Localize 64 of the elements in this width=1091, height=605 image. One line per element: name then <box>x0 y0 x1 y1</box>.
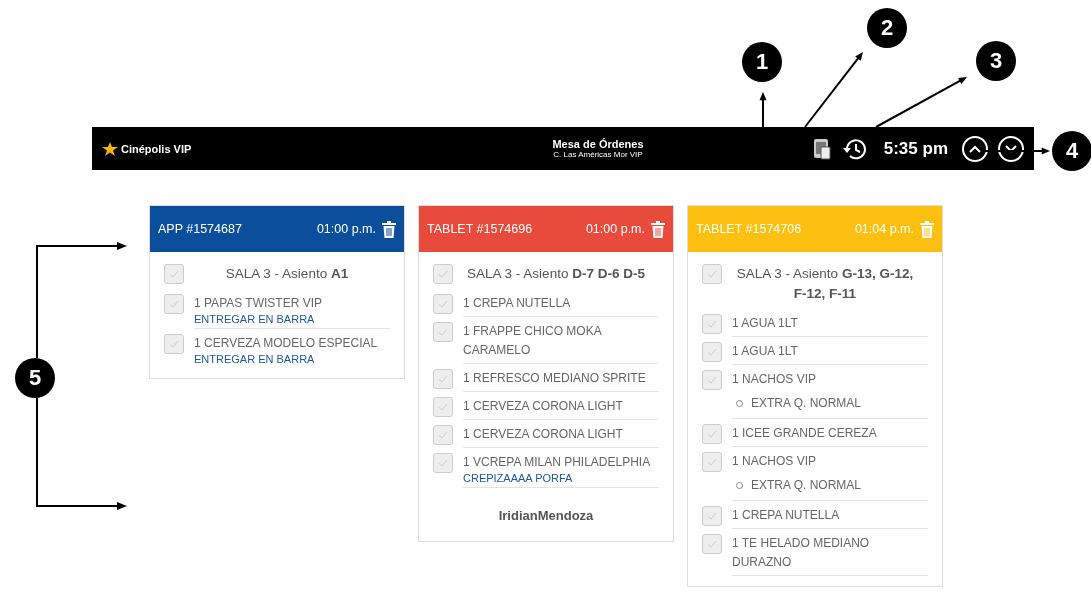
item-name: 1 CERVEZA MODELO ESPECIAL <box>194 335 379 352</box>
item-note: CREPIZAAAA PORFA <box>463 472 574 484</box>
callout-badge: 1 <box>742 42 782 82</box>
order-time: 01:00 p.m. <box>585 222 645 236</box>
checkbox-icon <box>433 425 453 445</box>
clock-time: 5:35 pm <box>883 138 948 159</box>
scroll-down-button[interactable] <box>998 135 1024 162</box>
checkbox-icon <box>164 264 184 284</box>
checkbox-icon <box>702 264 722 284</box>
checkbox-icon <box>433 322 453 342</box>
item-name: 1 VCREPA MILAN PHILADELPHIA <box>463 454 652 471</box>
checkbox-icon <box>702 424 722 444</box>
callout-badge: 2 <box>867 8 907 48</box>
order-number: TABLET #1574706 <box>696 222 803 236</box>
item-name: 1 REFRESCO MEDIANO SPRITE <box>463 370 647 387</box>
scroll-up-button[interactable] <box>962 135 988 162</box>
item-name: 1 NACHOS VIP <box>732 453 818 470</box>
item-name: 1 NACHOS VIP <box>732 371 818 388</box>
trash-icon[interactable] <box>651 220 665 238</box>
item-extra: EXTRA Q. NORMAL <box>751 478 862 492</box>
checkbox-icon <box>433 294 453 314</box>
item-note: ENTREGAR EN BARRA <box>194 313 316 325</box>
item-name: 1 CERVEZA CORONA LIGHT <box>463 398 624 415</box>
checkbox-icon <box>433 264 453 284</box>
checkbox-icon <box>164 334 184 354</box>
checkbox-icon <box>702 342 722 362</box>
item-name: 1 PAPAS TWISTER VIP <box>194 295 324 312</box>
checkbox-icon <box>433 397 453 417</box>
checkbox-icon <box>433 453 453 473</box>
checkbox-icon <box>164 294 184 314</box>
callout-badge: 5 <box>15 358 55 398</box>
location-text: C. Las Américas Mor VIP <box>553 150 643 159</box>
item-note: ENTREGAR EN BARRA <box>194 353 316 365</box>
item-name: 1 CERVEZA CORONA LIGHT <box>463 426 624 443</box>
logo-text: Cinépolis VIP <box>121 142 192 155</box>
checkbox-icon <box>702 314 722 334</box>
callout-badge: 3 <box>976 41 1016 81</box>
item-name: 1 CREPA NUTELLA <box>732 507 841 524</box>
item-name: 1 CREPA NUTELLA <box>463 295 572 312</box>
checkbox-icon <box>702 534 722 554</box>
item-name: 1 AGUA 1LT <box>732 343 799 360</box>
order-number: APP #1574687 <box>158 222 243 236</box>
checkbox-icon <box>702 370 722 390</box>
item-name: 1 FRAPPE CHICO MOKA CARAMELO <box>463 323 603 359</box>
checkbox-icon <box>702 452 722 472</box>
user-name: IridianMendoza <box>497 508 595 523</box>
order-number: TABLET #1574696 <box>427 222 534 236</box>
callout-badge: 4 <box>1052 131 1091 171</box>
seat-label: SALA 3 - Asiento A1 <box>224 265 350 283</box>
order-time: 01:04 p.m. <box>854 222 914 236</box>
trash-icon[interactable] <box>382 220 396 238</box>
checkbox-icon <box>433 369 453 389</box>
chevron-up-icon <box>968 143 982 154</box>
checkbox-icon <box>702 506 722 526</box>
page-title: Mesa de Órdenes <box>552 138 644 150</box>
item-name: 1 ICEE GRANDE CEREZA <box>732 425 878 442</box>
star-icon <box>102 141 118 156</box>
item-extra: EXTRA Q. NORMAL <box>751 396 862 410</box>
order-time: 01:00 p.m. <box>316 222 376 236</box>
seat-label: SALA 3 - Asiento G-13, G-12, F-12, F-11 <box>735 265 915 303</box>
item-name: 1 AGUA 1LT <box>732 315 799 332</box>
seat-label: SALA 3 - Asiento D-7 D-6 D-5 <box>466 265 646 283</box>
item-name: 1 TE HELADO MEDIANO DURAZNO <box>732 535 871 571</box>
tablet-icon[interactable] <box>811 137 832 160</box>
